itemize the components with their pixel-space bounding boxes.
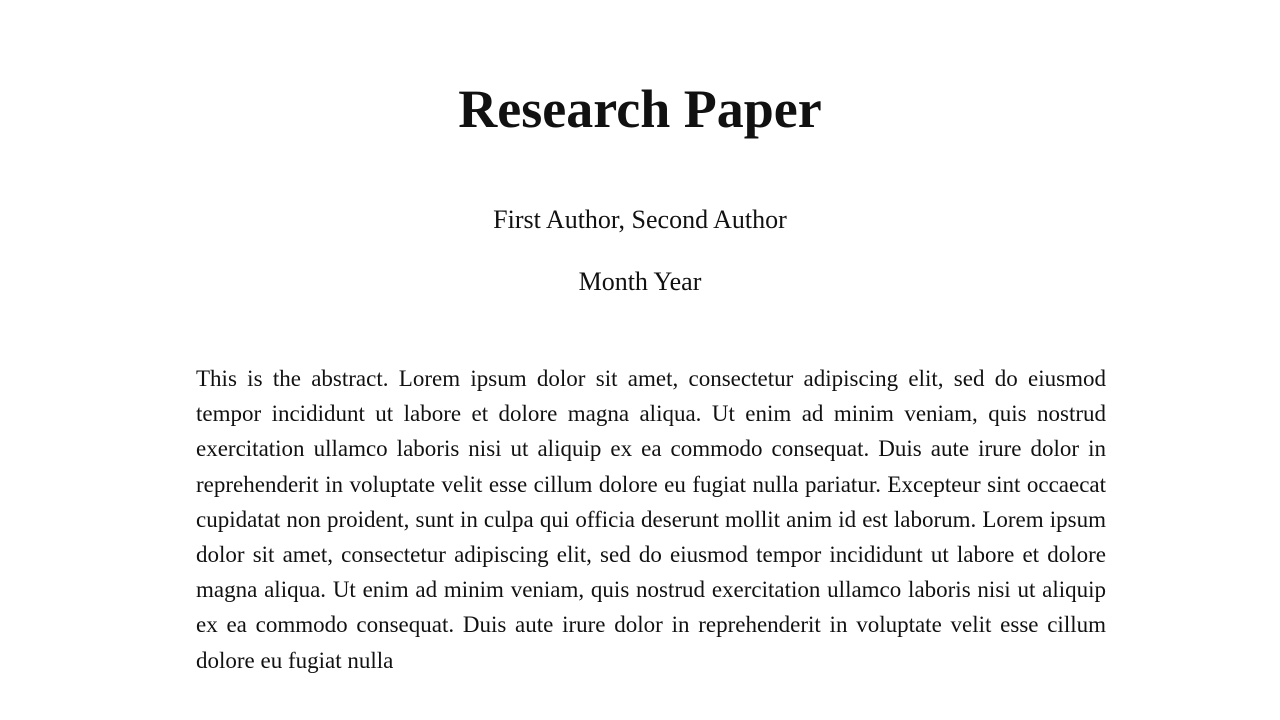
paper-abstract: This is the abstract. Lorem ipsum dolor … (196, 366, 1106, 673)
paper-authors: First Author, Second Author (493, 205, 787, 234)
paper-page: Research Paper First Author, Second Auth… (0, 0, 1280, 720)
paper-title: Research Paper (458, 79, 822, 139)
paper-date: Month Year (578, 267, 702, 296)
